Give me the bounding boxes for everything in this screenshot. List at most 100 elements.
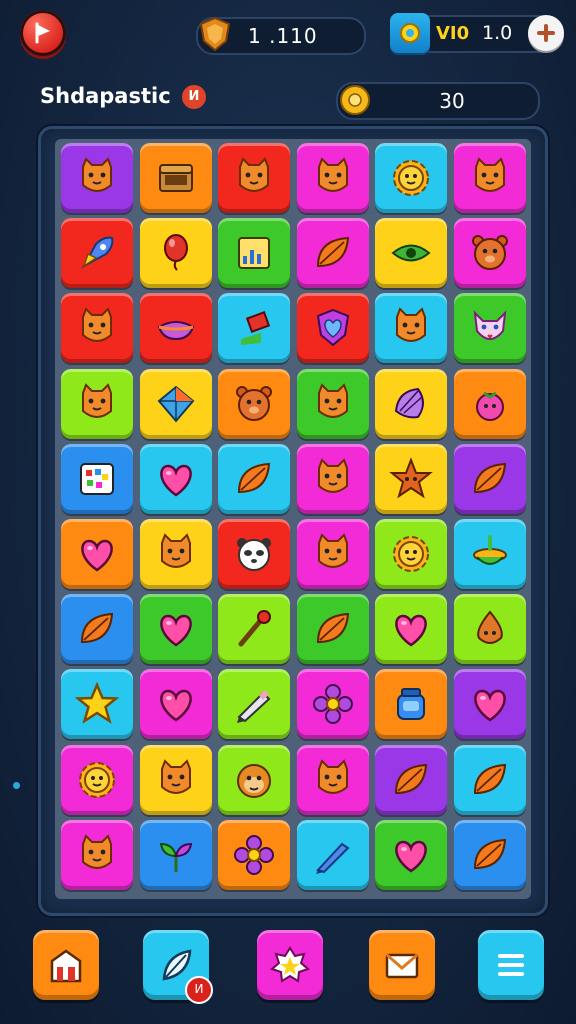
game-tile[interactable]	[139, 143, 212, 213]
game-tile[interactable]	[61, 669, 133, 740]
game-tile[interactable]	[375, 819, 447, 890]
game-tile[interactable]	[453, 519, 526, 589]
game-tile[interactable]	[139, 744, 212, 815]
game-tile[interactable]	[296, 744, 369, 815]
cat-icon	[160, 758, 191, 794]
game-tile[interactable]	[375, 744, 447, 815]
nav-shop-button[interactable]	[33, 930, 99, 1000]
sprout-icon	[159, 842, 192, 872]
game-tile[interactable]	[296, 669, 369, 740]
gem-badge	[390, 13, 430, 53]
game-tile[interactable]	[453, 744, 526, 815]
nav-feather-button[interactable]: И	[143, 930, 213, 1004]
game-tile[interactable]	[218, 293, 290, 364]
cat-icon	[82, 307, 112, 343]
game-tile[interactable]	[61, 744, 133, 815]
sun-face-icon	[393, 160, 429, 196]
add-currency-button[interactable]	[528, 15, 564, 51]
game-tile[interactable]	[61, 293, 133, 364]
nav-star-badge-button[interactable]	[257, 930, 323, 1000]
game-tile[interactable]	[453, 594, 526, 665]
game-tile[interactable]	[139, 218, 212, 289]
nav-mail-button[interactable]	[369, 930, 435, 1000]
gem-value: 1.0	[482, 22, 513, 44]
game-tile[interactable]	[218, 594, 290, 665]
cat-icon	[317, 157, 348, 192]
game-tile[interactable]	[453, 669, 526, 740]
game-tile[interactable]	[375, 368, 447, 439]
cat-icon	[82, 833, 112, 869]
play-button[interactable]	[20, 10, 66, 56]
coin-counter: 1 .110	[196, 16, 366, 55]
flag-icon	[241, 311, 271, 346]
game-tile[interactable]	[296, 368, 369, 439]
game-tile[interactable]	[139, 293, 212, 364]
game-tile[interactable]	[61, 143, 133, 213]
leaf-icon	[237, 462, 271, 493]
game-tile[interactable]	[375, 293, 447, 364]
game-tile[interactable]	[61, 519, 133, 589]
tile-grid	[55, 139, 531, 899]
star-badge-icon	[270, 946, 310, 983]
game-tile[interactable]	[453, 218, 526, 289]
game-tile[interactable]	[296, 293, 369, 364]
game-tile[interactable]	[375, 519, 447, 589]
game-tile[interactable]	[61, 819, 133, 890]
game-tile[interactable]	[296, 218, 369, 289]
cat-icon	[239, 157, 269, 192]
game-tile[interactable]	[218, 443, 290, 514]
game-tile[interactable]	[139, 669, 212, 740]
shield-coin-icon	[199, 16, 231, 52]
fox-icon	[473, 310, 506, 341]
leaf-icon	[316, 237, 349, 268]
game-tile[interactable]	[139, 443, 212, 514]
game-tile[interactable]	[375, 594, 447, 665]
game-tile[interactable]	[218, 744, 290, 815]
game-tile[interactable]	[453, 819, 526, 890]
game-tile[interactable]	[453, 143, 526, 213]
game-tile[interactable]	[375, 218, 447, 289]
game-tile[interactable]	[375, 669, 447, 740]
game-tile[interactable]	[296, 819, 369, 890]
plus-icon	[537, 24, 555, 42]
bear-icon	[236, 385, 272, 421]
leaf-icon	[80, 613, 114, 644]
game-tile[interactable]	[453, 293, 526, 364]
game-tile[interactable]	[218, 218, 290, 289]
game-tile[interactable]	[218, 519, 290, 589]
cat-icon	[160, 533, 191, 568]
heart-icon	[159, 464, 192, 497]
game-tile[interactable]	[61, 594, 133, 665]
game-tile[interactable]	[139, 519, 212, 589]
game-tile[interactable]	[218, 143, 290, 213]
chest-icon	[158, 164, 193, 192]
top-bar: 1 .110 VI0 1.0	[0, 0, 576, 70]
game-tile[interactable]	[61, 443, 133, 514]
game-tile[interactable]	[139, 819, 212, 890]
palette-icon	[80, 462, 114, 495]
game-tile[interactable]	[296, 594, 369, 665]
sun-face-icon	[393, 536, 429, 572]
chart-icon	[238, 237, 270, 270]
game-tile[interactable]	[218, 368, 290, 439]
game-tile[interactable]	[375, 143, 447, 213]
game-tile[interactable]	[296, 443, 369, 514]
flower-icon	[312, 684, 353, 725]
game-tile[interactable]	[453, 443, 526, 514]
gem-counter: VI0 1.0	[390, 13, 564, 53]
pencil-icon	[237, 690, 271, 724]
top-icon	[472, 535, 507, 565]
cat-icon	[474, 157, 505, 192]
game-tile[interactable]	[296, 519, 369, 589]
game-tile[interactable]	[218, 669, 290, 740]
game-tile[interactable]	[139, 594, 212, 665]
game-tile[interactable]	[61, 368, 133, 439]
game-tile[interactable]	[375, 443, 447, 514]
game-tile[interactable]	[453, 368, 526, 439]
game-tile[interactable]	[139, 368, 212, 439]
nav-menu-button[interactable]	[478, 930, 544, 1000]
game-tile[interactable]	[296, 143, 369, 213]
game-tile[interactable]	[218, 819, 290, 890]
game-tile[interactable]	[61, 218, 133, 289]
brush-icon	[238, 610, 271, 647]
